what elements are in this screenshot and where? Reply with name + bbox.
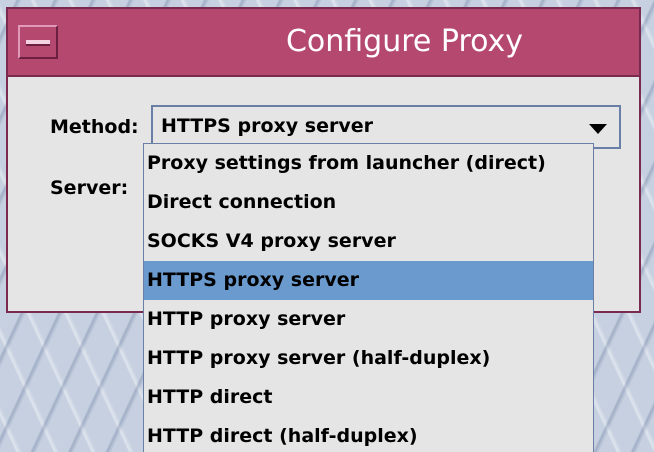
title-bar[interactable]: Configure Proxy [8, 9, 639, 77]
method-label: Method: [50, 116, 139, 138]
dropdown-option[interactable]: HTTP proxy server [144, 300, 593, 339]
window-menu-button[interactable] [18, 25, 58, 59]
window-title: Configure Proxy [285, 24, 524, 59]
dropdown-option[interactable]: HTTP direct [144, 378, 593, 417]
method-dropdown-list: Proxy settings from launcher (direct) Di… [143, 143, 594, 452]
dropdown-option[interactable]: SOCKS V4 proxy server [144, 222, 593, 261]
window-menu-icon [26, 40, 50, 46]
dropdown-option[interactable]: Proxy settings from launcher (direct) [144, 144, 593, 183]
dropdown-option-selected[interactable]: HTTPS proxy server [144, 261, 593, 300]
server-label: Server: [50, 177, 129, 199]
dropdown-option[interactable]: HTTP proxy server (half-duplex) [144, 339, 593, 378]
chevron-down-icon[interactable] [589, 124, 607, 134]
method-select-value: HTTPS proxy server [161, 115, 373, 137]
dropdown-option[interactable]: HTTP direct (half-duplex) [144, 417, 593, 452]
dropdown-option[interactable]: Direct connection [144, 183, 593, 222]
